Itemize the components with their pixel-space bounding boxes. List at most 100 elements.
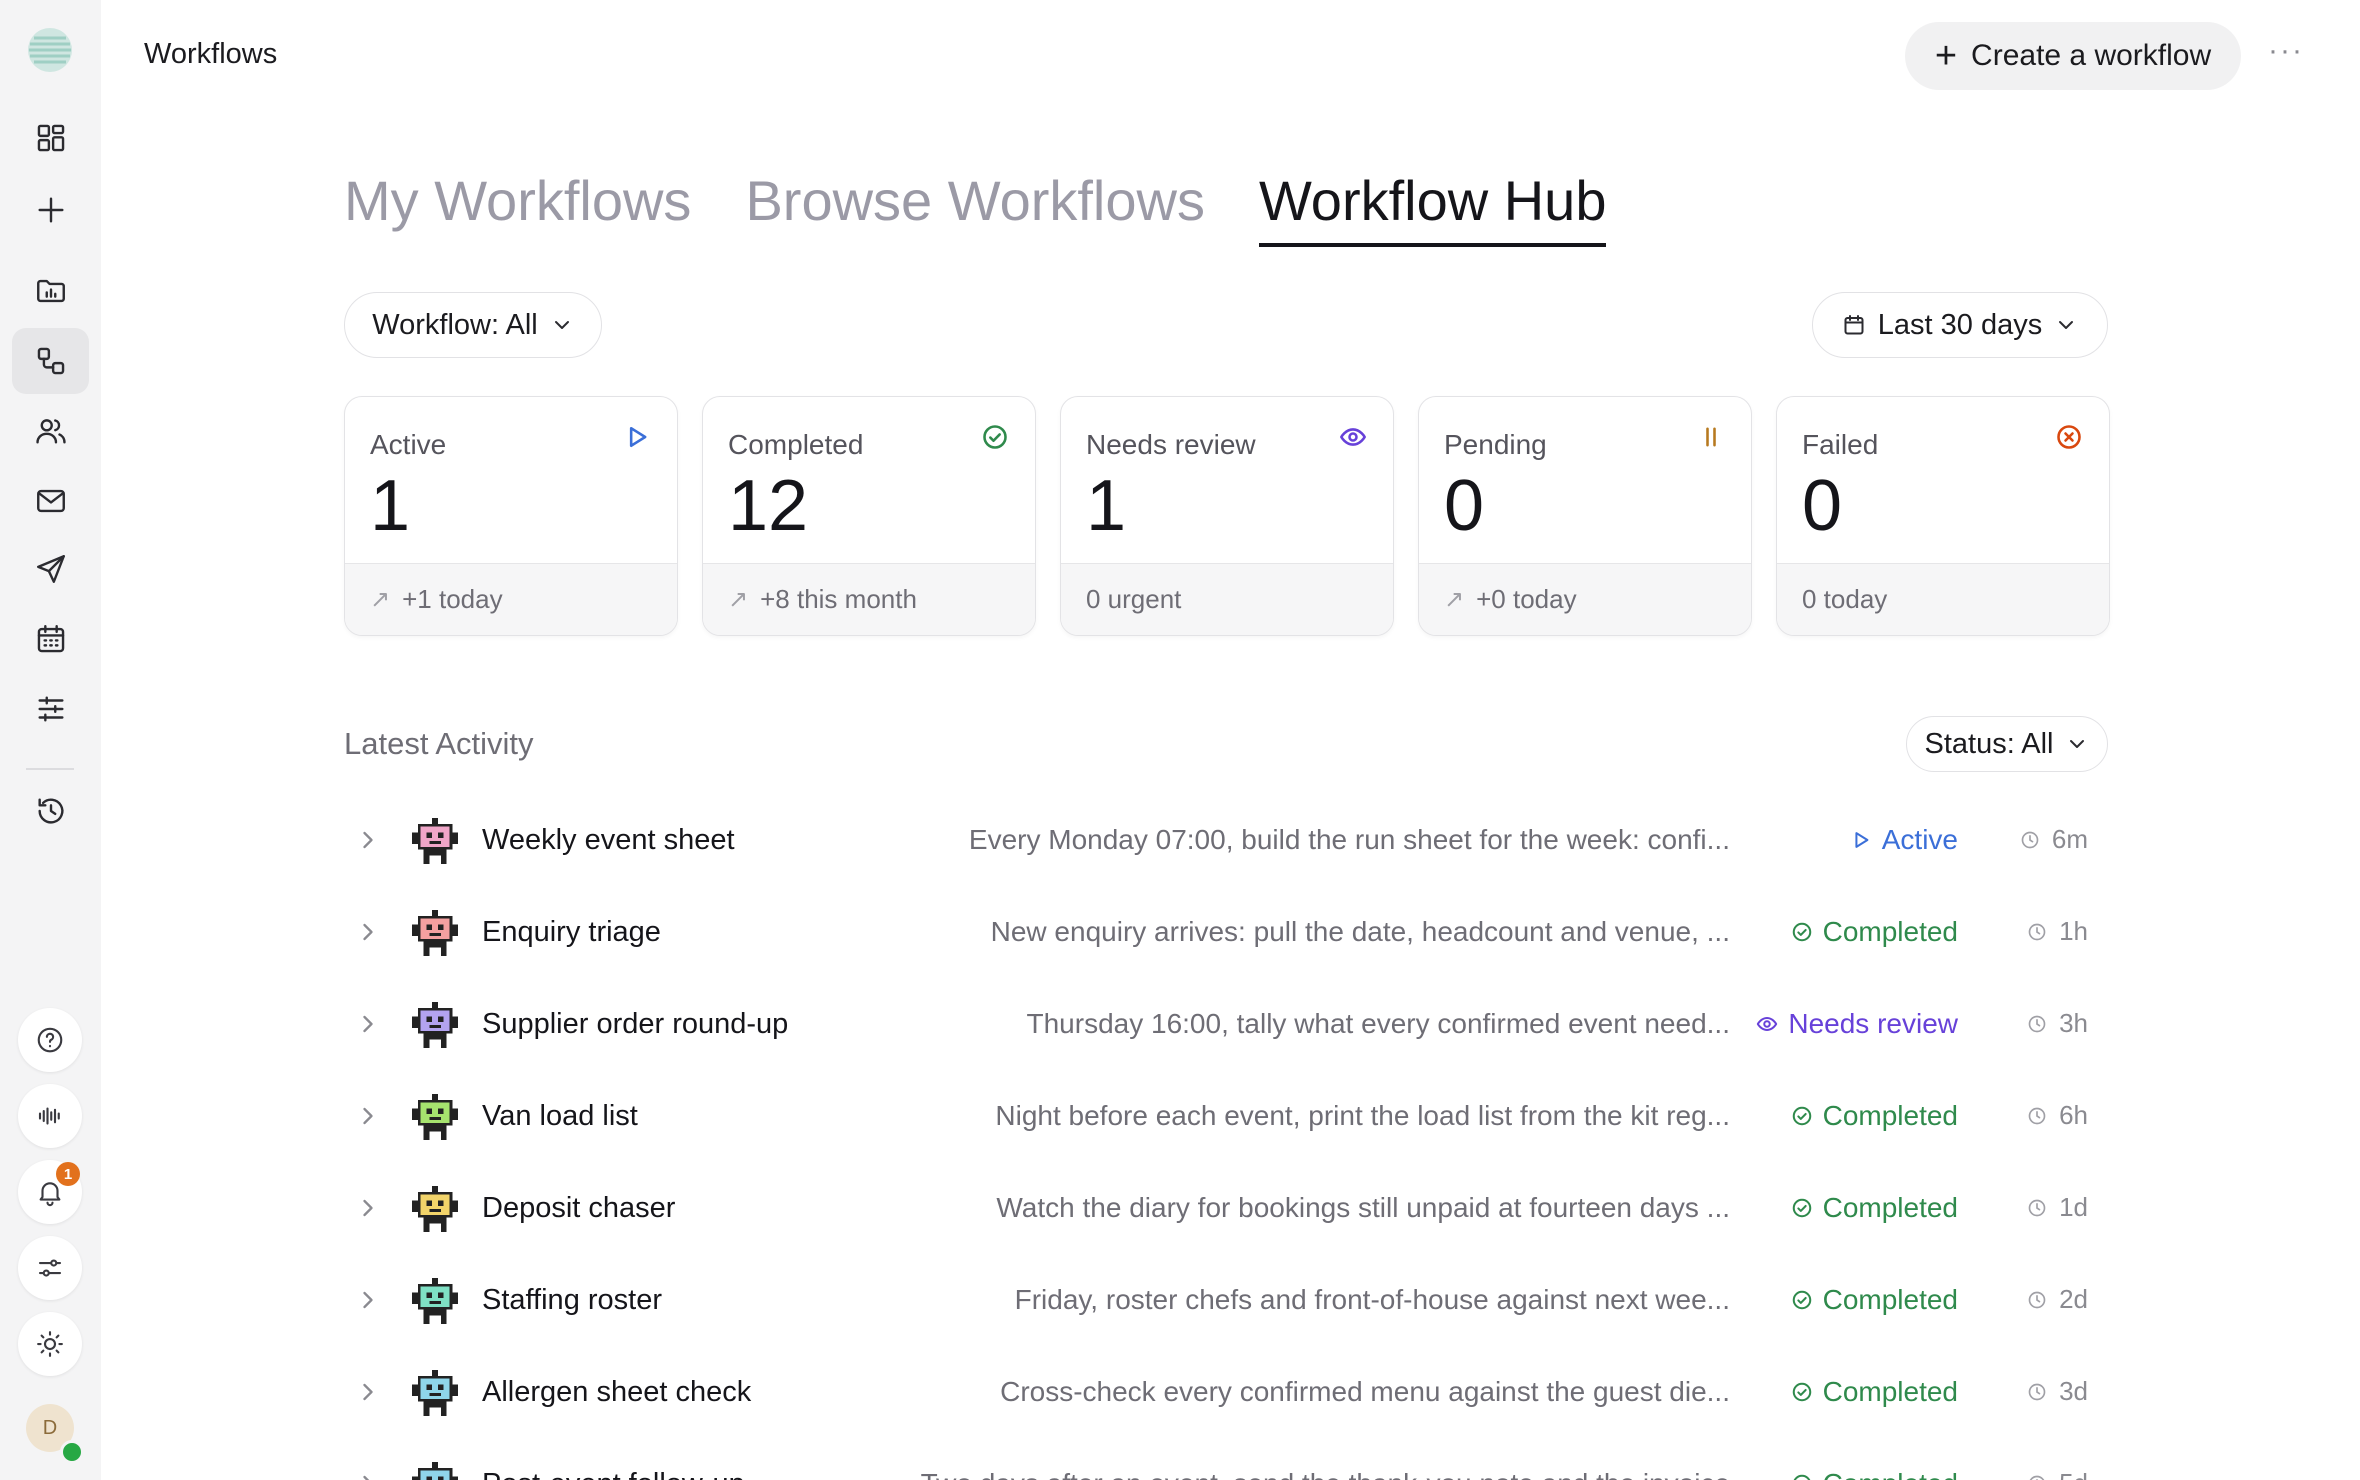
clock-icon bbox=[2028, 923, 2046, 940]
workflow-name[interactable]: Enquiry triage bbox=[482, 916, 661, 949]
app-logo[interactable] bbox=[26, 26, 74, 74]
chevron-right-icon[interactable] bbox=[354, 826, 382, 854]
sidebar-item-history[interactable] bbox=[12, 778, 89, 844]
stat-value: 0 bbox=[1802, 466, 1843, 546]
tab-workflow-hub[interactable]: Workflow Hub bbox=[1258, 168, 1607, 247]
sidebar-item-new[interactable] bbox=[12, 177, 89, 243]
chevron-right-icon[interactable] bbox=[354, 1010, 382, 1038]
activity-row[interactable]: Supplier order round-up Thursday 16:00, t… bbox=[344, 984, 2108, 1068]
stat-label: Active bbox=[370, 429, 447, 460]
send-icon bbox=[36, 555, 65, 583]
workflow-name[interactable]: Post-event follow-up bbox=[482, 1468, 745, 1480]
chevron-right-icon[interactable] bbox=[354, 1102, 382, 1130]
clock-icon bbox=[2028, 1291, 2046, 1308]
page-title: Workflows bbox=[144, 38, 278, 70]
voice-button[interactable] bbox=[18, 1084, 82, 1148]
sidebar-item-reports[interactable] bbox=[12, 258, 89, 324]
stat-label: Failed bbox=[1802, 429, 1879, 460]
chevron-right-icon[interactable] bbox=[354, 918, 382, 946]
stat-footer: 0 today bbox=[1777, 563, 2109, 635]
timestamp: 3d bbox=[2027, 1376, 2088, 1407]
check-circle-icon bbox=[1791, 1381, 1813, 1403]
help-button[interactable] bbox=[18, 1008, 82, 1072]
tab-browse-workflows[interactable]: Browse Workflows bbox=[745, 168, 1205, 247]
activity-row[interactable]: Post-event follow-up Two days after an ev… bbox=[344, 1444, 2108, 1480]
create-workflow-label: Create a workflow bbox=[1971, 39, 2212, 72]
status-badge: Completed bbox=[1791, 1376, 1958, 1408]
status-filter-dropdown[interactable]: Status: All bbox=[1906, 716, 2108, 772]
sidebar-item-contacts[interactable] bbox=[12, 398, 89, 464]
check-circle-icon bbox=[1791, 1197, 1813, 1219]
timestamp: 3h bbox=[2027, 1008, 2088, 1039]
workflow-description: Night before each event, print the load … bbox=[995, 1100, 1730, 1131]
activity-row[interactable]: Allergen sheet check Cross-check every co… bbox=[344, 1352, 2108, 1436]
chevron-right-icon[interactable] bbox=[354, 1378, 382, 1406]
robot-avatar-icon bbox=[412, 1094, 458, 1140]
workflow-name[interactable]: Staffing roster bbox=[482, 1284, 662, 1317]
status-filter-label: Status: All bbox=[1924, 727, 2054, 760]
trend-arrow-icon: ↗ bbox=[1444, 586, 1465, 613]
activity-row[interactable]: Van load list Night before each event, pr… bbox=[344, 1076, 2108, 1160]
chevron-right-icon[interactable] bbox=[354, 1470, 382, 1480]
users-icon bbox=[35, 419, 66, 444]
theme-toggle-button[interactable] bbox=[18, 1312, 82, 1376]
tab-my-workflows[interactable]: My Workflows bbox=[344, 168, 691, 247]
notifications-button[interactable]: 1 bbox=[18, 1160, 82, 1224]
time-ago: 6h bbox=[2059, 1100, 2088, 1130]
stat-value: 12 bbox=[728, 466, 809, 546]
calendar-icon bbox=[1844, 315, 1864, 335]
sidebar-item-workflows[interactable] bbox=[12, 328, 89, 394]
workflow-description: Thursday 16:00, tally what every confirm… bbox=[1026, 1008, 1731, 1039]
stat-footer-text: 0 urgent bbox=[1086, 584, 1182, 614]
workflow-name[interactable]: Van load list bbox=[482, 1100, 638, 1133]
status-badge: Needs review bbox=[1756, 1008, 1958, 1040]
clock-icon bbox=[2028, 1199, 2046, 1216]
chevron-down-icon bbox=[2059, 321, 2074, 329]
time-ago: 2d bbox=[2059, 1284, 2088, 1314]
stat-card-active[interactable]: Active 1 ↗ +1 today bbox=[344, 396, 678, 636]
stat-footer: ↗ +0 today bbox=[1419, 563, 1751, 635]
sidebar-item-dashboard[interactable] bbox=[12, 105, 89, 171]
calendar-icon bbox=[37, 625, 64, 653]
chevron-right-icon[interactable] bbox=[354, 1286, 382, 1314]
activity-row[interactable]: Deposit chaser Watch the diary for bookin… bbox=[344, 1168, 2108, 1252]
workflow-name[interactable]: Allergen sheet check bbox=[482, 1376, 751, 1409]
timestamp: 1d bbox=[2027, 1192, 2088, 1223]
timestamp: 6m bbox=[2020, 824, 2088, 855]
status-text: Completed bbox=[1822, 1284, 1958, 1315]
create-workflow-button[interactable]: + Create a workflow bbox=[1905, 22, 2241, 90]
activity-row[interactable]: Staffing roster Friday, roster chefs and … bbox=[344, 1260, 2108, 1344]
trend-arrow-icon: ↗ bbox=[370, 586, 391, 613]
activity-row[interactable]: Enquiry triage New enquiry arrives: pull … bbox=[344, 892, 2108, 976]
sidebar-item-settings[interactable] bbox=[12, 676, 89, 742]
clock-icon bbox=[2021, 831, 2039, 848]
date-range-dropdown[interactable]: Last 30 days bbox=[1812, 292, 2108, 358]
workflow-name[interactable]: Weekly event sheet bbox=[482, 824, 735, 857]
workflow-name[interactable]: Deposit chaser bbox=[482, 1192, 675, 1225]
workflow-description: New enquiry arrives: pull the date, head… bbox=[990, 916, 1730, 947]
sidebar: 1 D bbox=[0, 0, 101, 1480]
sidebar-item-send[interactable] bbox=[12, 536, 89, 602]
stat-card-needs-review[interactable]: Needs review 1 0 urgent bbox=[1060, 396, 1394, 636]
sidebar-item-calendar[interactable] bbox=[12, 606, 89, 672]
time-ago: 5d bbox=[2059, 1468, 2088, 1480]
sidebar-item-mail[interactable] bbox=[12, 468, 89, 534]
workflow-description: Every Monday 07:00, build the run sheet … bbox=[968, 824, 1730, 855]
stat-card-pending[interactable]: Pending 0 ↗ +0 today bbox=[1418, 396, 1752, 636]
time-ago: 6m bbox=[2051, 824, 2088, 854]
more-options-button[interactable]: ··· bbox=[2268, 34, 2304, 68]
waveform-icon bbox=[38, 1107, 60, 1125]
clock-icon bbox=[2028, 1383, 2046, 1400]
online-status-dot bbox=[60, 1440, 84, 1464]
preferences-button[interactable] bbox=[18, 1236, 82, 1300]
status-badge: Completed bbox=[1791, 916, 1958, 948]
activity-row[interactable]: Weekly event sheet Every Monday 07:00, bu… bbox=[344, 800, 2108, 884]
chevron-right-icon[interactable] bbox=[354, 1194, 382, 1222]
sun-icon bbox=[37, 1331, 63, 1357]
robot-avatar-icon bbox=[412, 818, 458, 864]
workflow-name[interactable]: Supplier order round-up bbox=[482, 1008, 788, 1041]
stat-card-completed[interactable]: Completed 12 ↗ +8 this month bbox=[702, 396, 1036, 636]
latest-activity-title: Latest Activity bbox=[344, 726, 534, 761]
workflow-filter-dropdown[interactable]: Workflow: All bbox=[344, 292, 602, 358]
stat-card-failed[interactable]: Failed 0 0 today bbox=[1776, 396, 2110, 636]
